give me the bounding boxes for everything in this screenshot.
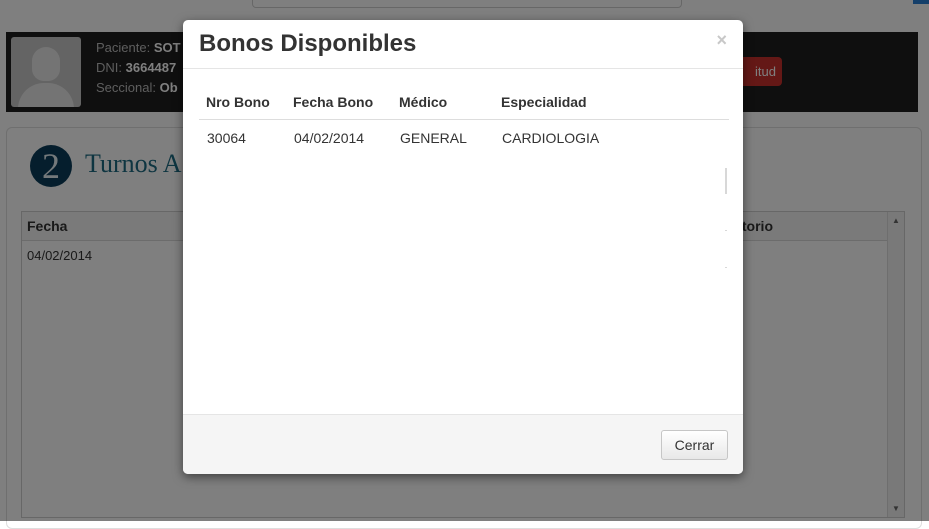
col-especialidad[interactable]: Especialidad — [494, 84, 729, 120]
scroll-track-fragment — [725, 230, 727, 231]
close-icon[interactable]: × — [716, 30, 727, 50]
bonos-modal: Bonos Disponibles × Nro Bono Fecha Bono … — [183, 20, 743, 474]
cell-medico[interactable]: GENERAL — [392, 120, 494, 157]
col-nro-bono[interactable]: Nro Bono — [199, 84, 286, 120]
col-fecha-bono[interactable]: Fecha Bono — [286, 84, 392, 120]
modal-header: Bonos Disponibles × — [183, 20, 743, 69]
modal-title: Bonos Disponibles — [199, 30, 417, 57]
bono-row[interactable]: 30064 04/02/2014 GENERAL CARDIOLOGIA — [199, 120, 729, 157]
scroll-track-fragment — [725, 168, 727, 194]
cell-especialidad[interactable]: CARDIOLOGIA — [494, 120, 729, 157]
bonos-table: Nro Bono Fecha Bono Médico Especialidad … — [199, 84, 729, 156]
cell-nro-bono[interactable]: 30064 — [199, 120, 286, 157]
scroll-track-fragment — [725, 267, 727, 268]
close-button[interactable]: Cerrar — [661, 430, 728, 460]
modal-body: Nro Bono Fecha Bono Médico Especialidad … — [199, 84, 729, 404]
cell-fecha-bono[interactable]: 04/02/2014 — [286, 120, 392, 157]
modal-footer: Cerrar — [183, 414, 743, 474]
bonos-header-row: Nro Bono Fecha Bono Médico Especialidad — [199, 84, 729, 120]
col-medico[interactable]: Médico — [392, 84, 494, 120]
